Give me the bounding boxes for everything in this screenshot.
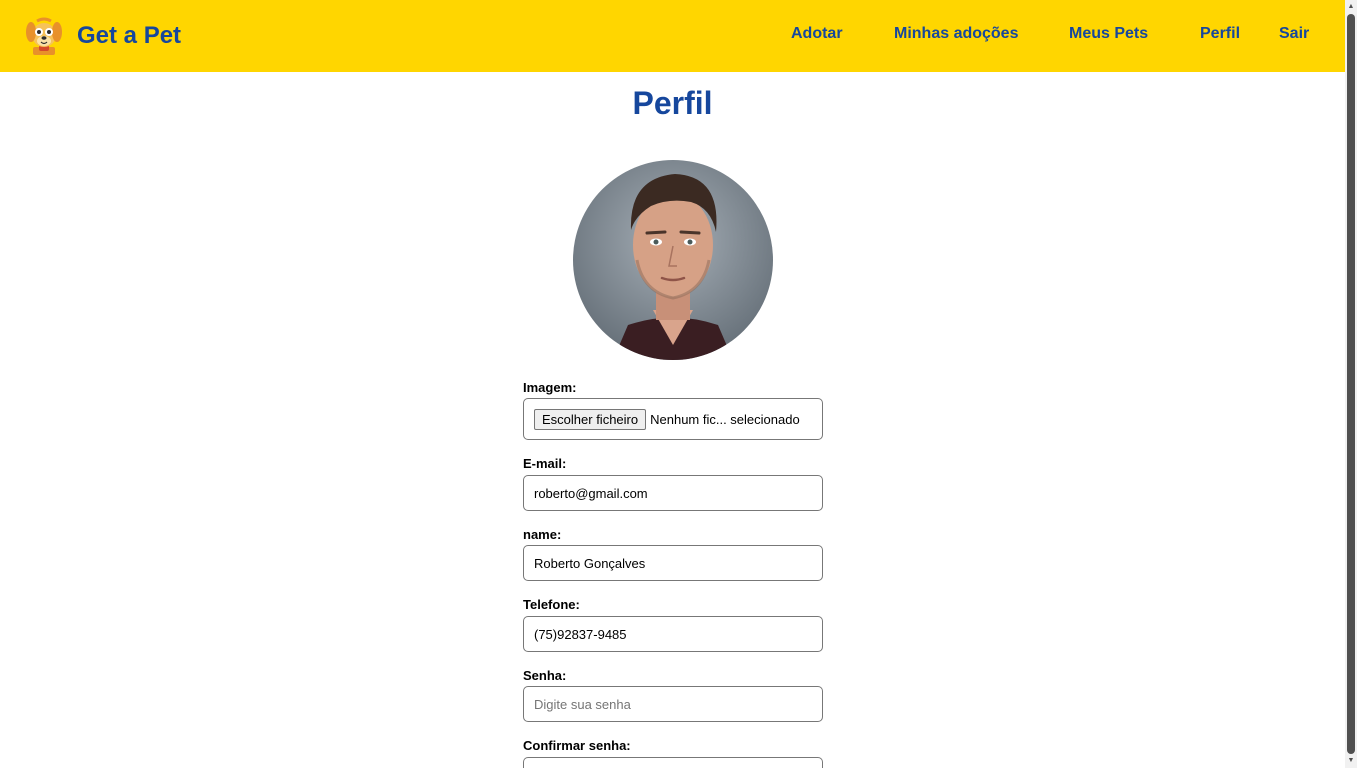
page-title: Perfil	[632, 85, 713, 121]
scroll-down-icon[interactable]: ▼	[1345, 754, 1357, 768]
brand-name: Get a Pet	[77, 22, 182, 49]
brand[interactable]: Get a Pet	[24, 14, 181, 58]
file-status-text: Nenhum fic... selecionado	[650, 411, 800, 427]
avatar	[573, 160, 773, 360]
profile-photo	[573, 160, 773, 360]
choose-file-button[interactable]: Escolher ficheiro	[534, 408, 647, 430]
dog-icon	[26, 17, 62, 55]
email-field[interactable]	[523, 475, 823, 511]
scroll-thumb[interactable]	[1347, 14, 1355, 754]
password-label: Senha:	[523, 668, 567, 683]
confirm-password-label: Confirmar senha:	[523, 738, 631, 753]
phone-label: Telefone:	[523, 597, 580, 612]
image-label: Imagem:	[523, 380, 577, 395]
nav-link-perfil[interactable]: Perfil	[1200, 25, 1240, 43]
scrollbar[interactable]: ▲ ▼	[1345, 0, 1357, 768]
password-field[interactable]	[523, 686, 823, 722]
nav-link-sair[interactable]: Sair	[1279, 25, 1309, 43]
navbar: Get a Pet Adotar Minhas adoções Meus Pet…	[0, 0, 1345, 72]
confirm-password-field[interactable]	[523, 757, 823, 768]
nav-link-adotar[interactable]: Adotar	[791, 25, 843, 43]
name-field[interactable]	[523, 545, 823, 581]
phone-field[interactable]	[523, 616, 823, 652]
nav-link-minhas-adocoes[interactable]: Minhas adoções	[894, 25, 1018, 43]
email-label: E-mail:	[523, 456, 567, 471]
name-label: name:	[523, 527, 562, 542]
image-file-input[interactable]: Escolher ficheiro Nenhum fic... selecion…	[523, 398, 823, 440]
nav-link-meus-pets[interactable]: Meus Pets	[1069, 25, 1148, 43]
scroll-up-icon[interactable]: ▲	[1345, 0, 1357, 14]
